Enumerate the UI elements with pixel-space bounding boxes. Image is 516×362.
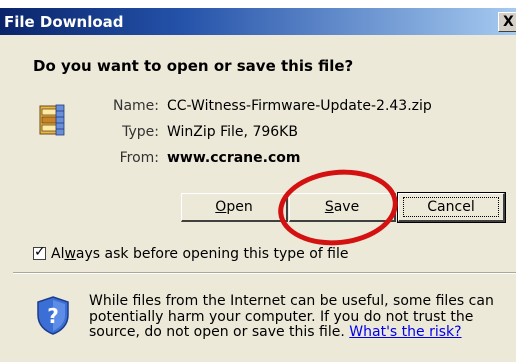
name-value: CC-Witness-Firmware-Update-2.43.zip — [167, 98, 432, 114]
type-label: Type: — [122, 124, 159, 140]
always-ask-label-end: ays ask before opening this type of file — [75, 246, 349, 262]
shield-question-icon: ? — [37, 296, 69, 335]
checkmark-icon: ✓ — [34, 244, 46, 260]
dialog-title: File Download — [4, 13, 124, 31]
always-ask-label-start: Al — [51, 246, 65, 262]
focus-rectangle — [403, 197, 499, 217]
from-label: From: — [119, 150, 159, 166]
security-warning: While files from the Internet can be use… — [89, 293, 509, 341]
always-ask-checkbox[interactable]: ✓ — [33, 244, 46, 260]
close-button[interactable]: X — [498, 12, 516, 32]
name-label: Name: — [112, 98, 159, 114]
whats-the-risk-link[interactable]: What's the risk? — [349, 324, 461, 340]
screenshot: File Download X Do you want to open or s… — [0, 0, 516, 362]
from-value: www.ccrane.com — [167, 150, 301, 166]
always-ask-mnemonic: w — [64, 246, 76, 262]
open-button[interactable]: Open — [181, 193, 288, 222]
winzip-file-icon — [39, 104, 65, 136]
svg-text:?: ? — [47, 304, 59, 328]
red-highlight-circle — [274, 163, 402, 252]
dialog-question: Do you want to open or save this file? — [33, 57, 354, 75]
type-value: WinZip File, 796KB — [167, 124, 298, 140]
title-bar[interactable]: File Download X — [0, 8, 516, 35]
open-label: pen — [226, 199, 253, 215]
close-icon: X — [503, 14, 514, 30]
separator — [13, 272, 516, 274]
dialog-body: Do you want to open or save this file? N… — [0, 35, 516, 362]
cancel-button[interactable]: Cancel — [397, 192, 506, 223]
open-mnemonic: O — [215, 199, 227, 215]
always-ask-label: Always ask before opening this type of f… — [51, 246, 349, 262]
